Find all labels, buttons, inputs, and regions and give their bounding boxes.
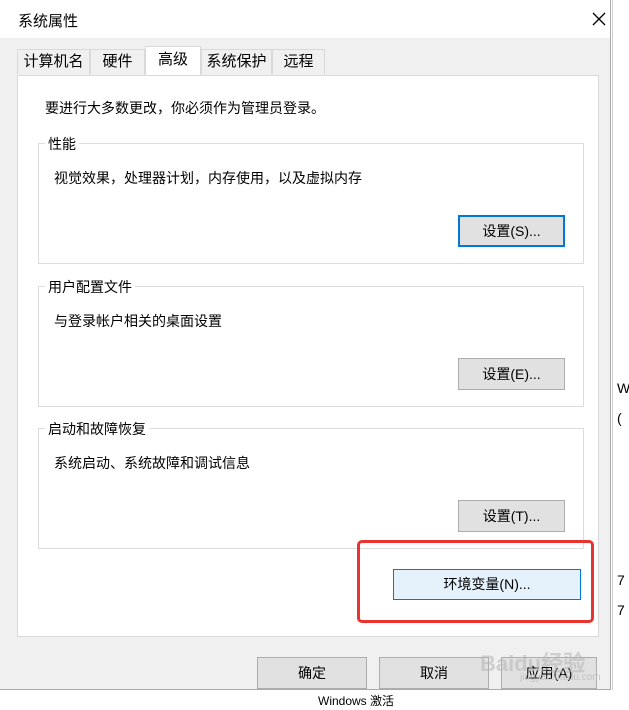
group-title: 性能 xyxy=(45,134,79,154)
cancel-button[interactable]: 取消 xyxy=(379,657,489,689)
group-description: 视觉效果，处理器计划，内存使用，以及虚拟内存 xyxy=(54,170,362,186)
close-button[interactable] xyxy=(588,8,610,30)
tab-system-protection[interactable]: 系统保护 xyxy=(201,49,272,74)
performance-settings-button[interactable]: 设置(S)... xyxy=(458,215,565,247)
user-profiles-group: 用户配置文件 与登录帐户相关的桌面设置 设置(E)... xyxy=(38,277,584,407)
background-text-fragment: ( xyxy=(617,410,622,426)
annotation-highlight-box xyxy=(357,540,594,623)
window-title: 系统属性 xyxy=(18,13,79,30)
ok-button[interactable]: 确定 xyxy=(257,657,367,689)
group-title: 启动和故障恢复 xyxy=(45,419,149,439)
title-bar: 系统属性 xyxy=(0,0,610,38)
background-text-fragment: W xyxy=(617,380,629,396)
group-title: 用户配置文件 xyxy=(45,277,135,297)
tab-computer-name[interactable]: 计算机名 xyxy=(17,49,90,74)
background-text-fragment: Windows 激活 xyxy=(318,694,395,708)
close-icon xyxy=(592,12,606,26)
tab-advanced[interactable]: 高级 xyxy=(145,46,201,75)
tab-hardware[interactable]: 硬件 xyxy=(90,49,145,74)
admin-notice: 要进行大多数更改，你必须作为管理员登录。 xyxy=(45,100,325,116)
tab-remote[interactable]: 远程 xyxy=(272,49,325,74)
system-properties-dialog: 系统属性 计算机名 硬件 高级 系统保护 远程 要进行大多数更改，你必须作为管理… xyxy=(0,0,611,690)
background-text-fragment: 7 xyxy=(617,602,625,618)
background-window: W ( 7 7 xyxy=(612,0,629,710)
group-description: 系统启动、系统故障和调试信息 xyxy=(54,455,250,471)
background-text-fragment: 7 xyxy=(617,572,625,588)
background-taskbar-area: Windows 激活 xyxy=(0,690,629,710)
baidu-watermark-url: jingyan.baidu.com xyxy=(520,672,601,683)
performance-group: 性能 视觉效果，处理器计划，内存使用，以及虚拟内存 设置(S)... xyxy=(38,134,584,264)
startup-recovery-group: 启动和故障恢复 系统启动、系统故障和调试信息 设置(T)... xyxy=(38,419,584,549)
user-profiles-settings-button[interactable]: 设置(E)... xyxy=(458,358,565,390)
startup-recovery-settings-button[interactable]: 设置(T)... xyxy=(458,500,565,532)
group-description: 与登录帐户相关的桌面设置 xyxy=(54,313,222,329)
